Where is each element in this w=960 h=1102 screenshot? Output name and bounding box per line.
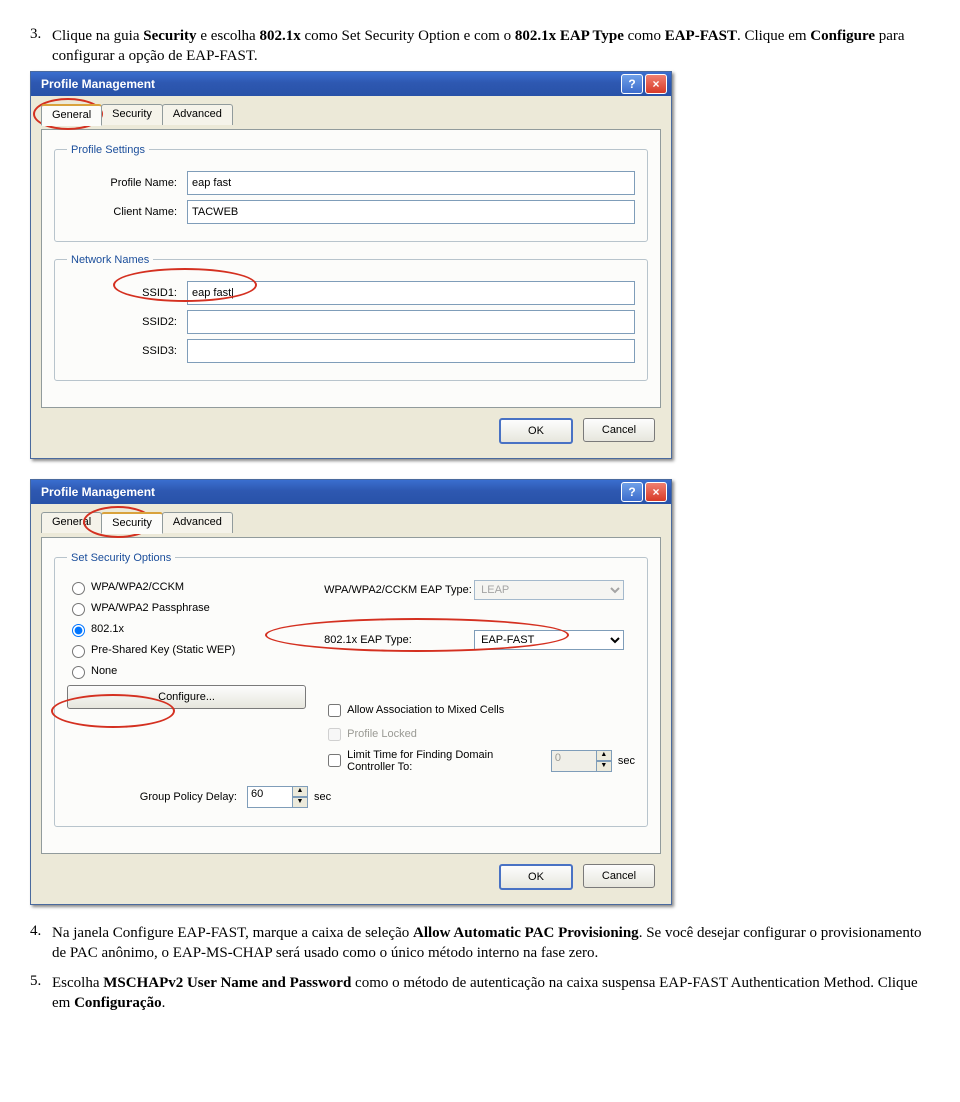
window-title: Profile Management <box>35 485 155 499</box>
group-network-names: Network Names SSID1: SSID2: SSID3: <box>54 254 648 381</box>
tab-general[interactable]: General <box>41 104 102 126</box>
radio-wpa-cckm[interactable]: WPA/WPA2/CCKM <box>67 579 306 595</box>
ok-button[interactable]: OK <box>499 864 573 890</box>
titlebar[interactable]: Profile Management ? × <box>31 480 671 504</box>
step-number: 3. <box>30 26 52 43</box>
ssid3-input[interactable] <box>187 339 635 363</box>
tab-security[interactable]: Security <box>101 512 163 534</box>
instruction-step-3: 3. Clique na guia Security e escolha 802… <box>30 26 930 67</box>
step-text: Na janela Configure EAP-FAST, marque a c… <box>52 923 930 964</box>
group-profile-settings: Profile Settings Profile Name: Client Na… <box>54 144 648 242</box>
ssid2-label: SSID2: <box>67 316 187 328</box>
ssid1-input[interactable] <box>187 281 635 305</box>
cancel-button[interactable]: Cancel <box>583 864 655 888</box>
step-text: Clique na guia Security e escolha 802.1x… <box>52 26 930 67</box>
instruction-step-4: 4. Na janela Configure EAP-FAST, marque … <box>30 923 930 964</box>
limit-time-spinner: 0 <box>551 750 597 772</box>
close-button[interactable]: × <box>645 482 667 502</box>
8021x-eap-type-label: 802.1x EAP Type: <box>324 634 474 646</box>
tab-advanced[interactable]: Advanced <box>162 104 233 125</box>
spinner-buttons: ▲▼ <box>596 750 612 772</box>
radio-psk-wep[interactable]: Pre-Shared Key (Static WEP) <box>67 642 306 658</box>
tab-security[interactable]: Security <box>101 104 163 125</box>
close-button[interactable]: × <box>645 74 667 94</box>
ssid3-label: SSID3: <box>67 345 187 357</box>
check-limit-time[interactable]: Limit Time for Finding Domain Controller… <box>324 749 635 773</box>
group-legend: Set Security Options <box>67 552 175 564</box>
check-profile-locked: Profile Locked <box>324 725 635 744</box>
tab-general[interactable]: General <box>41 512 102 533</box>
profile-name-label: Profile Name: <box>67 177 187 189</box>
8021x-eap-type-select[interactable]: EAP-FAST <box>474 630 624 650</box>
group-legend: Network Names <box>67 254 153 266</box>
ssid2-input[interactable] <box>187 310 635 334</box>
cancel-button[interactable]: Cancel <box>583 418 655 442</box>
tab-advanced[interactable]: Advanced <box>162 512 233 533</box>
instruction-step-5: 5. Escolha MSCHAPv2 User Name and Passwo… <box>30 973 930 1014</box>
check-allow-mixed-cells[interactable]: Allow Association to Mixed Cells <box>324 701 635 720</box>
step-number: 4. <box>30 923 52 940</box>
radio-wpa-passphrase[interactable]: WPA/WPA2 Passphrase <box>67 600 306 616</box>
profile-management-window-security: Profile Management ? × General Security … <box>30 479 672 905</box>
help-button[interactable]: ? <box>621 482 643 502</box>
profile-name-input[interactable] <box>187 171 635 195</box>
step-text: Escolha MSCHAPv2 User Name and Password … <box>52 973 930 1014</box>
radio-none[interactable]: None <box>67 663 306 679</box>
client-name-input[interactable] <box>187 200 635 224</box>
group-policy-delay-label: Group Policy Delay: <box>67 791 247 803</box>
group-set-security-options: Set Security Options WPA/WPA2/CCKM WPA/W… <box>54 552 648 827</box>
client-name-label: Client Name: <box>67 206 187 218</box>
group-legend: Profile Settings <box>67 144 149 156</box>
wpa-eap-type-label: WPA/WPA2/CCKM EAP Type: <box>324 584 474 596</box>
titlebar[interactable]: Profile Management ? × <box>31 72 671 96</box>
group-policy-delay-spinner[interactable]: 60 <box>247 786 293 808</box>
step-number: 5. <box>30 973 52 990</box>
ok-button[interactable]: OK <box>499 418 573 444</box>
help-button[interactable]: ? <box>621 74 643 94</box>
configure-button[interactable]: Configure... <box>67 685 306 709</box>
radio-8021x[interactable]: 802.1x <box>67 621 306 637</box>
profile-management-window-general: Profile Management ? × General Security … <box>30 71 672 459</box>
spinner-buttons[interactable]: ▲▼ <box>292 786 308 808</box>
window-title: Profile Management <box>35 77 155 91</box>
wpa-eap-type-select: LEAP <box>474 580 624 600</box>
ssid1-label: SSID1: <box>67 287 187 299</box>
